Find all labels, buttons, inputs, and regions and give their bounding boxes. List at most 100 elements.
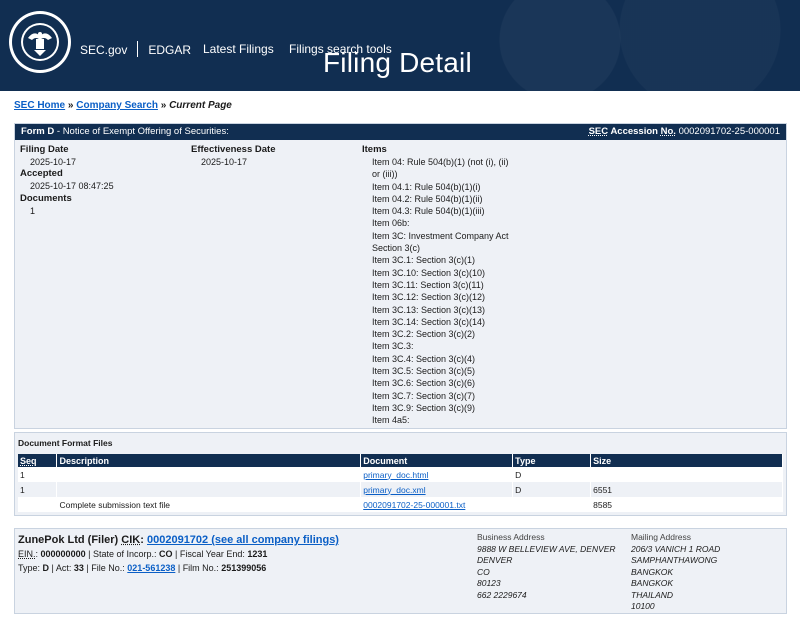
column-header-description: Description: [56, 454, 362, 467]
list-item: Item 3C.11: Section 3(c)(11): [372, 279, 484, 290]
cell-document: primary_doc.xml: [360, 482, 514, 497]
address-line: BANGKOK: [631, 578, 674, 588]
filer-name-line: ZunePok Ltd (Filer) CIK: 0002091702 (see…: [18, 534, 339, 546]
accession-label-sec: SEC: [588, 126, 609, 137]
address-line: SAMPHANTHAWONG: [631, 555, 718, 565]
ein-value: 000000000: [40, 549, 86, 559]
list-item: Item 3C.14: Section 3(c)(14): [372, 316, 486, 327]
form-type: Form D: [21, 126, 55, 137]
cell-seq: 1: [18, 482, 58, 497]
cell-type: [512, 497, 592, 512]
list-item: Item 3C: Investment Company Act Section …: [372, 230, 509, 254]
filing-date-value: 2025-10-17: [30, 157, 77, 167]
document-link[interactable]: 0002091702-25-000001.txt: [363, 500, 465, 510]
accession-number: SEC Accession No. 0002091702-25-000001: [589, 126, 780, 138]
table-row: 1 primary_doc.html D: [18, 467, 783, 482]
filing-date-label: Filing Date: [20, 144, 69, 155]
act-label: Act:: [55, 563, 72, 573]
column-header-type: Type: [512, 454, 592, 467]
filer-type-line: Type: D | Act: 33 | File No.: 021-561238…: [18, 563, 267, 573]
filer-details: ZunePok Ltd (Filer) CIK: 0002091702 (see…: [18, 533, 339, 575]
fye-value: 1231: [247, 549, 268, 559]
cell-description: Complete submission text file: [56, 497, 362, 512]
list-item: Item 3C.9: Section 3(c)(9): [372, 402, 476, 413]
business-address-label: Business Address: [477, 532, 545, 542]
list-item: Item 3C.3:: [372, 341, 414, 352]
list-item: Item 3C.12: Section 3(c)(12): [372, 292, 486, 303]
effectiveness-column: Effectiveness Date 2025-10-17: [191, 144, 361, 168]
cell-size: 8585: [590, 497, 783, 512]
breadcrumb-separator: »: [67, 100, 74, 111]
breadcrumb-company-search[interactable]: Company Search: [76, 100, 158, 111]
page-title: Filing Detail: [323, 47, 472, 78]
filer-name: ZunePok Ltd (Filer): [18, 534, 119, 546]
cell-type: D: [512, 467, 592, 482]
nav-latest-filings[interactable]: Latest Filings: [203, 42, 274, 56]
address-line: 662 2229674: [477, 589, 527, 600]
mailing-address: Mailing Address 206/3 VANICH 1 ROAD SAMP…: [631, 532, 781, 613]
documents-value: 1: [30, 205, 36, 216]
business-address: Business Address 9888 W BELLEVIEW AVE, D…: [477, 532, 627, 601]
file-number-link[interactable]: 021-561238: [127, 563, 175, 573]
table-header-row: Seq Description Document Type Size: [18, 454, 783, 467]
breadcrumb-separator: »: [160, 100, 167, 111]
address-line: BANGKOK: [631, 566, 674, 577]
table-row: Complete submission text file 0002091702…: [18, 497, 783, 512]
cik-company-filings-link[interactable]: 0002091702 (see all company filings): [147, 534, 339, 546]
items-column: Items Item 04: Rule 504(b)(1) (not (i), …: [362, 144, 562, 427]
ein-label: EIN.: [18, 549, 36, 559]
cik-label: CIK: [121, 534, 141, 546]
address-line: 9888 W BELLEVIEW AVE, DENVER: [477, 543, 616, 554]
document-table: Seq Description Document Type Size 1 pri…: [18, 454, 783, 512]
breadcrumb-current: Current Page: [169, 100, 232, 111]
sec-gov-link[interactable]: SEC.gov: [80, 43, 127, 57]
sec-seal-logo[interactable]: [8, 10, 72, 74]
column-header-size: Size: [590, 454, 783, 467]
document-link[interactable]: primary_doc.xml: [363, 485, 425, 495]
address-line: 80123: [477, 578, 501, 588]
list-item: Item 3C.4: Section 3(c)(4): [372, 353, 476, 364]
film-no-value: 251399056: [221, 563, 267, 573]
type-label: Type:: [18, 563, 41, 573]
table-row: 1 primary_doc.xml D 6551: [18, 482, 783, 497]
cell-description: [56, 467, 362, 482]
cell-document: 0002091702-25-000001.txt: [360, 497, 514, 512]
list-item: Item 3C.1: Section 3(c)(1): [372, 255, 476, 266]
list-item: Item 06b:: [372, 218, 410, 229]
brand-divider: [137, 41, 139, 57]
form-title: Form D - Notice of Exempt Offering of Se…: [21, 126, 229, 138]
cell-document: primary_doc.html: [360, 467, 514, 482]
list-item: Item 04.3: Rule 504(b)(1)(iii): [372, 206, 485, 217]
documents-label: Documents: [20, 192, 72, 204]
list-item: Item 04.1: Rule 504(b)(1)(i): [372, 181, 481, 192]
edgar-link[interactable]: EDGAR: [148, 43, 191, 57]
state-label: State of Incorp.:: [92, 549, 157, 559]
list-item: Item 04.2: Rule 504(b)(1)(ii): [372, 193, 483, 204]
type-value: D: [42, 563, 50, 573]
list-item: Item 3C.2: Section 3(c)(2): [372, 329, 476, 340]
list-item: Item 3C.13: Section 3(c)(13): [372, 304, 486, 315]
breadcrumb-sec-home[interactable]: SEC Home: [14, 100, 65, 111]
address-line: 206/3 VANICH 1 ROAD: [631, 543, 721, 554]
film-no-label: Film No.:: [182, 563, 219, 573]
address-line: 10100: [631, 601, 655, 611]
accession-label-no: No.: [660, 126, 676, 137]
list-item: Item 3C.10: Section 3(c)(10): [372, 267, 486, 278]
list-item: Item 04: Rule 504(b)(1) (not (i), (ii) o…: [372, 157, 509, 180]
items-list: Item 04: Rule 504(b)(1) (not (i), (ii) o…: [362, 156, 512, 427]
brand-links: SEC.gov EDGAR: [80, 41, 191, 57]
items-label: Items: [362, 144, 387, 155]
cell-size: 6551: [590, 482, 783, 497]
accepted-value: 2025-10-17 08:47:25: [30, 181, 114, 192]
effectiveness-date-value: 2025-10-17: [201, 157, 248, 167]
filing-dates-column: Filing Date 2025-10-17 Accepted 2025-10-…: [20, 144, 190, 217]
form-header-bar: Form D - Notice of Exempt Offering of Se…: [15, 124, 786, 140]
cell-type: D: [512, 482, 592, 497]
accepted-label: Accepted: [20, 168, 63, 180]
site-header: SEC.gov EDGAR Latest Filings Filings sear…: [0, 0, 800, 91]
document-link[interactable]: primary_doc.html: [363, 470, 428, 480]
cell-seq: [18, 497, 58, 512]
list-item: Item 4a5:: [372, 415, 410, 426]
address-line: CO: [477, 566, 490, 577]
cell-size: [590, 467, 783, 482]
